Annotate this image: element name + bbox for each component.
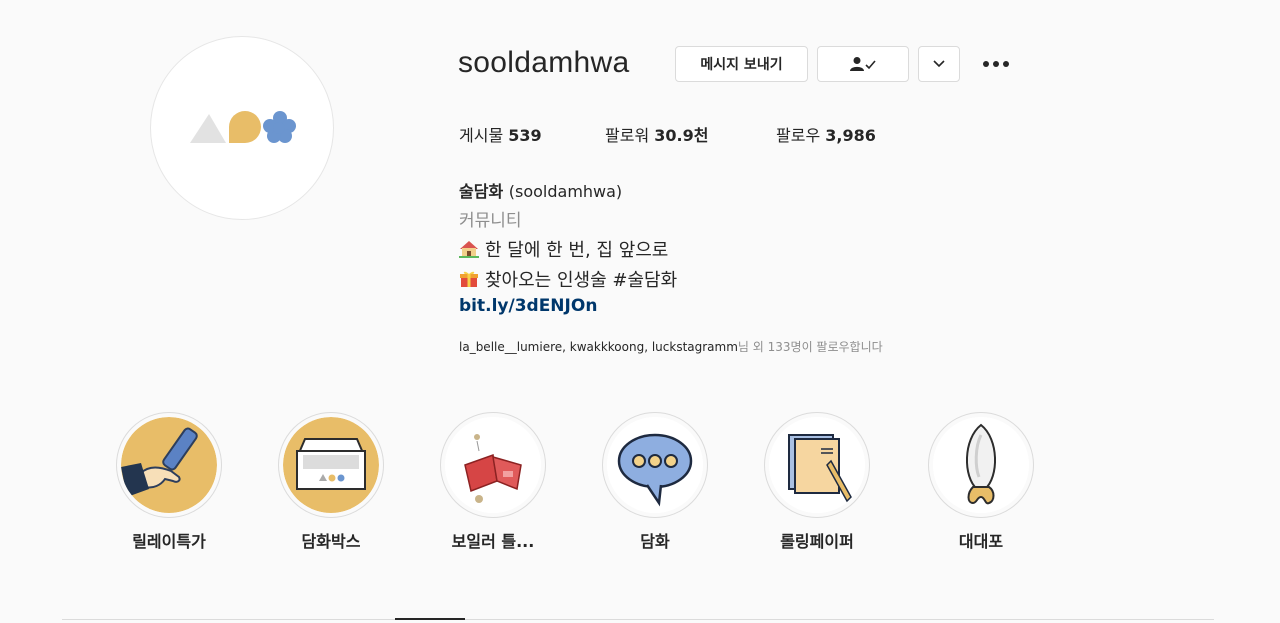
- following-button[interactable]: [817, 46, 909, 82]
- bio-line-1: 한 달에 한 번, 집 앞으로: [459, 236, 668, 262]
- posts-stat: 게시물 539: [459, 122, 542, 146]
- chevron-down-icon: [933, 60, 945, 68]
- followers-label: 팔로워: [605, 126, 650, 145]
- highlight-label: 보일러 틀...: [451, 532, 535, 551]
- highlight-relay[interactable]: 릴레이특가: [116, 412, 222, 552]
- speech-bubble-icon: [607, 417, 703, 513]
- bio-line-1-text: 한 달에 한 번, 집 앞으로: [485, 240, 669, 261]
- user-check-icon: [850, 57, 876, 71]
- highlight-damhwa[interactable]: 담화: [602, 412, 708, 552]
- highlight-ring: [116, 412, 222, 518]
- followed-by-names[interactable]: la_belle__lumiere, kwakkkoong, luckstagr…: [459, 340, 738, 354]
- house-icon: [459, 241, 479, 258]
- rice-grain-icon: [933, 417, 1029, 513]
- suggested-accounts-button[interactable]: [918, 46, 960, 82]
- following-count: 3,986: [825, 126, 876, 145]
- gift-icon: [460, 271, 478, 287]
- highlight-ring: [602, 412, 708, 518]
- boiler-icon: [445, 417, 541, 513]
- posts-count: 539: [508, 126, 542, 145]
- highlight-label: 릴레이특가: [132, 532, 206, 551]
- highlight-ring: [928, 412, 1034, 518]
- highlight-label: 롤링페이퍼: [780, 532, 854, 551]
- active-tab-indicator: [395, 618, 465, 620]
- bio-category: 커뮤니티: [459, 211, 522, 231]
- more-options-icon: [983, 61, 1009, 67]
- rolling-paper-icon: [769, 417, 865, 513]
- highlight-ring: [764, 412, 870, 518]
- bio-name: 술담화 (sooldamhwa): [459, 178, 622, 202]
- options-button[interactable]: [980, 54, 1012, 74]
- following-stat[interactable]: 팔로우 3,986: [776, 122, 876, 146]
- highlight-boiler[interactable]: 보일러 틀...: [440, 412, 546, 552]
- bio-line-2-text: 찾아오는 인생술 #술담화: [485, 270, 678, 291]
- highlight-label: 대대포: [958, 532, 1004, 551]
- profile-username: sooldamhwa: [458, 46, 630, 79]
- highlight-label: 담화: [640, 532, 670, 551]
- followers-stat[interactable]: 팔로워 30.9천: [605, 122, 708, 146]
- display-name: 술담화: [459, 182, 504, 201]
- followed-by[interactable]: la_belle__lumiere, kwakkkoong, luckstagr…: [459, 338, 883, 355]
- highlight-label: 담화박스: [301, 532, 361, 551]
- followed-by-suffix: 님 외 133명이 팔로우합니다: [737, 340, 883, 354]
- posts-label: 게시물: [459, 126, 504, 145]
- following-label: 팔로우: [776, 126, 821, 145]
- highlight-ring: [278, 412, 384, 518]
- relay-baton-icon: [121, 417, 217, 513]
- bio-line-2: 찾아오는 인생술 #술담화: [459, 266, 677, 292]
- tabs-divider: [62, 619, 1214, 620]
- highlight-ring: [440, 412, 546, 518]
- display-handle: (sooldamhwa): [508, 182, 623, 201]
- brand-logo-icon: [190, 111, 296, 143]
- highlight-rolling-paper[interactable]: 롤링페이퍼: [764, 412, 870, 552]
- bio-link[interactable]: bit.ly/3dENJOn: [459, 296, 597, 316]
- profile-avatar[interactable]: [150, 36, 334, 220]
- followers-count: 30.9천: [654, 126, 709, 145]
- box-icon: [283, 417, 379, 513]
- highlight-box[interactable]: 담화박스: [278, 412, 384, 552]
- message-button[interactable]: 메시지 보내기: [675, 46, 808, 82]
- highlight-daedaepo[interactable]: 대대포: [928, 412, 1034, 552]
